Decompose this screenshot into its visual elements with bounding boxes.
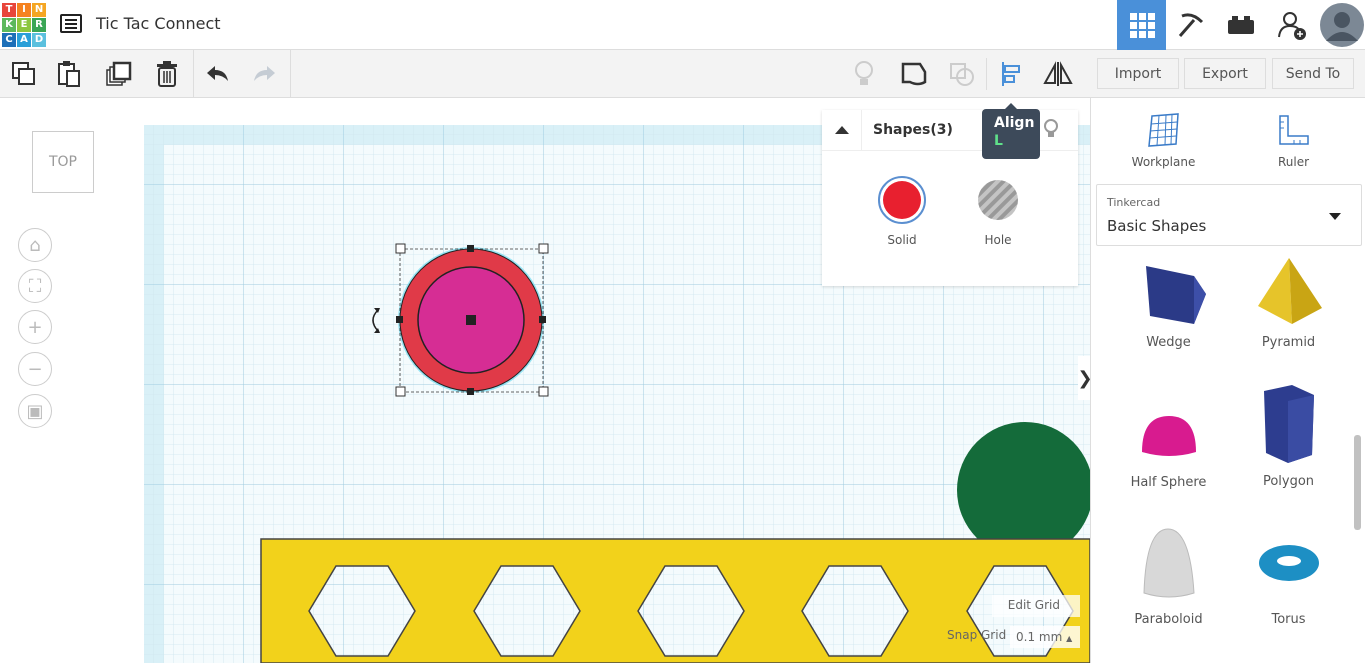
- redo-button[interactable]: [248, 58, 280, 90]
- design-list-icon[interactable]: [60, 14, 82, 33]
- design-title[interactable]: Tic Tac Connect: [96, 14, 221, 33]
- pickaxe-icon: [1176, 10, 1206, 40]
- fit-view-button[interactable]: ⛶: [18, 269, 52, 303]
- right-panel: Workplane Ruler Tinkercad Basic Shapes W…: [1090, 98, 1365, 663]
- grid-icon: [1129, 12, 1155, 38]
- mirror-button[interactable]: [1042, 58, 1074, 90]
- snap-grid-select[interactable]: 0.1 mm ▲: [1010, 626, 1080, 648]
- dropdown-caret-icon: [1329, 213, 1341, 221]
- mirror-icon: [1043, 61, 1073, 87]
- snap-grid-label: Snap Grid: [947, 628, 1006, 642]
- build-tools-button[interactable]: [1166, 0, 1215, 50]
- trash-icon: [155, 60, 179, 88]
- shape-half-sphere[interactable]: Half Sphere: [1100, 398, 1237, 490]
- shape-torus[interactable]: Torus: [1220, 535, 1357, 627]
- library-dropdown[interactable]: Tinkercad Basic Shapes: [1096, 184, 1362, 246]
- logo-letter: I: [17, 3, 31, 17]
- tinkercad-logo[interactable]: TIN KER CAD: [2, 3, 46, 47]
- paste-button[interactable]: [54, 58, 86, 90]
- brick-icon: [1227, 15, 1255, 35]
- caret-up-icon: ▲: [1066, 634, 1072, 643]
- lightbulb-icon: [853, 60, 875, 88]
- duplicate-icon: [105, 60, 133, 88]
- shape-polygon[interactable]: Polygon: [1220, 383, 1357, 489]
- avatar-icon: [1320, 3, 1364, 47]
- bricks-button[interactable]: [1216, 0, 1265, 50]
- undo-icon: [205, 64, 231, 84]
- ruler-icon: [1276, 112, 1312, 148]
- workplane-canvas[interactable]: TOP ⌂ ⛶ + − ▣ Shapes(3) Solid Hole ❯ Edi…: [0, 98, 1090, 663]
- align-tooltip: AlignL: [982, 109, 1040, 159]
- logo-letter: N: [32, 3, 46, 17]
- caret-up-icon: [834, 125, 850, 135]
- delete-button[interactable]: [151, 58, 183, 90]
- hole-swatch-icon: [973, 175, 1023, 225]
- paste-icon: [57, 60, 83, 88]
- add-user-icon: [1277, 10, 1307, 40]
- hole-button[interactable]: Hole: [973, 175, 1023, 247]
- workplane-button[interactable]: Workplane: [1121, 112, 1206, 169]
- group-icon: [900, 60, 928, 88]
- edit-toolbar: Import Export Send To: [0, 50, 1365, 98]
- add-user-button[interactable]: [1267, 0, 1316, 50]
- panel-toggle-button[interactable]: ❯: [1078, 356, 1090, 400]
- group-button[interactable]: [898, 58, 930, 90]
- zoom-out-button[interactable]: −: [18, 352, 52, 386]
- top-bar: TIN KER CAD Tic Tac Connect: [0, 0, 1365, 50]
- ungroup-button[interactable]: [946, 58, 978, 90]
- redo-icon: [251, 64, 277, 84]
- user-avatar[interactable]: [1318, 0, 1365, 50]
- 3d-view-button[interactable]: [1117, 0, 1166, 50]
- logo-letter: T: [2, 3, 16, 17]
- logo-letter: E: [17, 18, 31, 32]
- inspector-title: Shapes(3): [873, 122, 953, 138]
- polygon-icon: [1244, 383, 1334, 467]
- send-to-button[interactable]: Send To: [1272, 58, 1354, 89]
- green-cylinder[interactable]: [957, 422, 1090, 558]
- shapes-list: Wedge Pyramid Half Sphere Polygon Parabo…: [1091, 258, 1365, 663]
- duplicate-button[interactable]: [103, 58, 135, 90]
- perspective-button[interactable]: ▣: [18, 394, 52, 428]
- paraboloid-icon: [1124, 521, 1214, 605]
- ruler-button[interactable]: Ruler: [1256, 112, 1331, 169]
- shape-wedge[interactable]: Wedge: [1100, 258, 1237, 350]
- logo-letter: D: [32, 33, 46, 47]
- copy-icon: [11, 61, 37, 87]
- shape-paraboloid[interactable]: Paraboloid: [1100, 521, 1237, 627]
- edit-grid-button[interactable]: Edit Grid: [992, 595, 1080, 617]
- logo-letter: R: [32, 18, 46, 32]
- panel-scrollbar[interactable]: [1354, 435, 1361, 530]
- copy-button[interactable]: [8, 58, 40, 90]
- logo-letter: K: [2, 18, 16, 32]
- shape-pyramid[interactable]: Pyramid: [1220, 258, 1357, 350]
- notes-button[interactable]: [848, 58, 880, 90]
- half-sphere-icon: [1124, 398, 1214, 468]
- align-icon: [1000, 61, 1024, 87]
- lightbulb-icon[interactable]: [1042, 118, 1060, 140]
- wedge-icon: [1124, 258, 1214, 328]
- collapse-button[interactable]: [822, 110, 862, 150]
- torus-icon: [1244, 535, 1334, 605]
- workplane-icon: [1146, 112, 1182, 148]
- logo-letter: A: [17, 33, 31, 47]
- pyramid-icon: [1244, 258, 1334, 328]
- zoom-in-button[interactable]: +: [18, 310, 52, 344]
- solid-swatch-icon: [877, 175, 927, 225]
- ungroup-icon: [948, 60, 976, 88]
- solid-button[interactable]: Solid: [877, 175, 927, 247]
- export-button[interactable]: Export: [1184, 58, 1266, 89]
- logo-letter: C: [2, 33, 16, 47]
- view-cube[interactable]: TOP: [32, 131, 94, 193]
- align-button[interactable]: [996, 58, 1028, 90]
- undo-button[interactable]: [202, 58, 234, 90]
- import-button[interactable]: Import: [1097, 58, 1179, 89]
- home-view-button[interactable]: ⌂: [18, 228, 52, 262]
